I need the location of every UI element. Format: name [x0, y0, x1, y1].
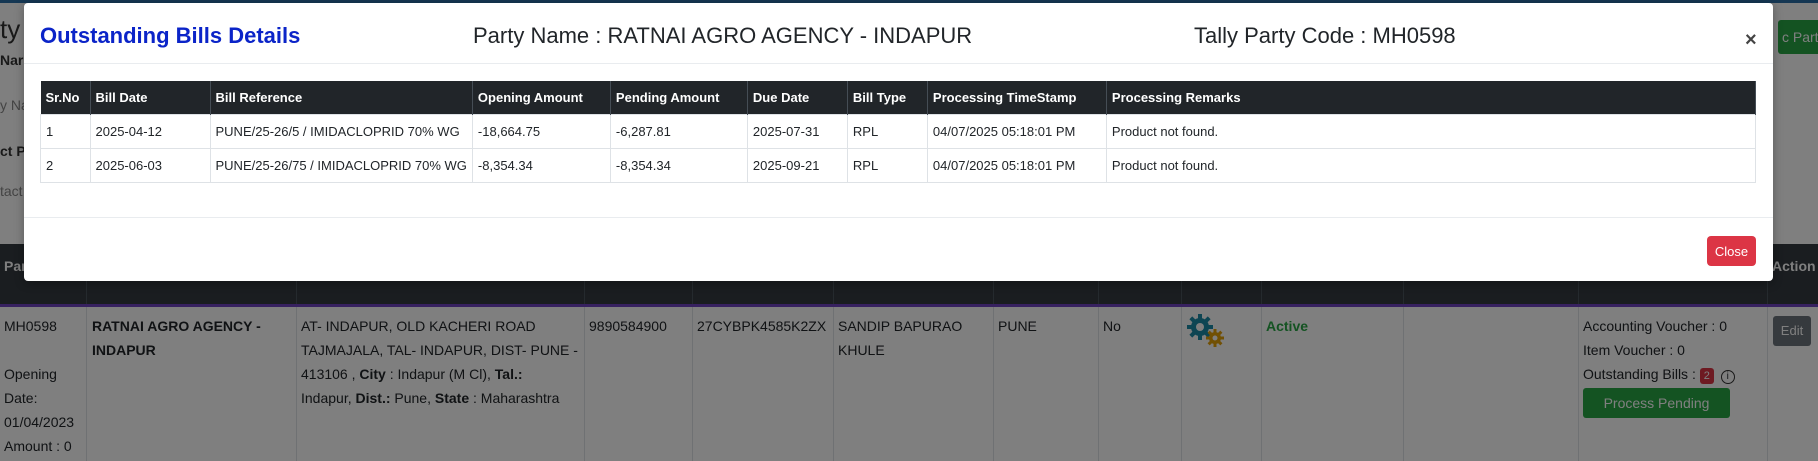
- modal-title: Outstanding Bills Details: [40, 23, 301, 48]
- modal-footer-divider: [24, 217, 1773, 218]
- processing-timestamp-cell: 04/07/2025 05:18:01 PM: [926, 114, 1107, 149]
- outstanding-bills-table: Sr.No Bill Date Bill Reference Opening A…: [40, 81, 1757, 183]
- bill-date-cell: 2025-06-03: [89, 148, 211, 183]
- processing-remarks-cell: Product not found.: [1105, 114, 1757, 149]
- column-header-due-date: Due Date: [747, 81, 848, 115]
- table-row: 1 2025-04-12 PUNE/25-26/5 / IMIDACLOPRID…: [40, 114, 1757, 149]
- bill-reference-cell: PUNE/25-26/75 / IMIDACLOPRID 70% WG: [209, 148, 473, 183]
- column-header-sr-no: Sr.No: [40, 81, 91, 115]
- outstanding-bills-modal: Outstanding Bills Details Party Name : R…: [24, 3, 1773, 281]
- processing-remarks-cell: Product not found.: [1105, 148, 1757, 183]
- opening-amount-cell: -8,354.34: [471, 148, 611, 183]
- bill-reference-cell: PUNE/25-26/5 / IMIDACLOPRID 70% WG: [209, 114, 473, 149]
- processing-timestamp-cell: 04/07/2025 05:18:01 PM: [926, 148, 1107, 183]
- due-date-cell: 2025-09-21: [746, 148, 848, 183]
- sr-no-cell: 1: [40, 114, 91, 149]
- column-header-pending-amount: Pending Amount: [610, 81, 748, 115]
- party-name-heading: Party Name : RATNAI AGRO AGENCY - INDAPU…: [473, 23, 973, 48]
- column-header-processing-timestamp: Processing TimeStamp: [927, 81, 1107, 115]
- bill-type-cell: RPL: [846, 114, 928, 149]
- party-code-heading: Tally Party Code : MH0598: [1194, 23, 1456, 48]
- column-header-bill-type: Bill Type: [847, 81, 928, 115]
- bill-type-cell: RPL: [846, 148, 928, 183]
- column-header-bill-date: Bill Date: [90, 81, 211, 115]
- table-row: 2 2025-06-03 PUNE/25-26/75 / IMIDACLOPRI…: [40, 148, 1757, 183]
- opening-amount-cell: -18,664.75: [471, 114, 611, 149]
- close-button[interactable]: Close: [1707, 236, 1756, 266]
- close-icon[interactable]: ×: [1745, 29, 1757, 52]
- bill-date-cell: 2025-04-12: [89, 114, 211, 149]
- pending-amount-cell: -8,354.34: [609, 148, 748, 183]
- column-header-bill-reference: Bill Reference: [210, 81, 473, 115]
- sr-no-cell: 2: [40, 148, 91, 183]
- column-header-opening-amount: Opening Amount: [472, 81, 611, 115]
- modal-header: Outstanding Bills Details Party Name : R…: [24, 3, 1773, 64]
- pending-amount-cell: -6,287.81: [609, 114, 748, 149]
- table-header-row: Sr.No Bill Date Bill Reference Opening A…: [40, 81, 1757, 115]
- due-date-cell: 2025-07-31: [746, 114, 848, 149]
- column-header-processing-remarks: Processing Remarks: [1106, 81, 1757, 115]
